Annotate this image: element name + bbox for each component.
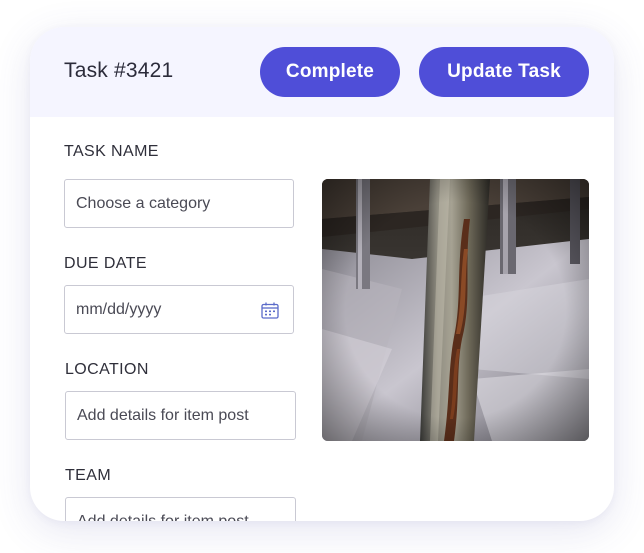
task-name-placeholder: Choose a category xyxy=(76,194,211,212)
team-label: TEAM xyxy=(65,467,112,484)
task-name-label: TASK NAME xyxy=(64,143,159,160)
team-field[interactable]: Add details for item post xyxy=(65,497,296,521)
location-placeholder: Add details for item post xyxy=(77,406,249,424)
due-date-label: DUE DATE xyxy=(64,255,147,272)
location-label: LOCATION xyxy=(65,361,149,378)
calendar-icon[interactable] xyxy=(261,302,279,319)
task-title: Task #3421 xyxy=(64,59,174,82)
due-date-placeholder: mm/dd/yyyy xyxy=(76,300,162,318)
location-field[interactable]: Add details for item post xyxy=(65,391,296,440)
task-card: Task #3421 Complete Update Task TASK NAM… xyxy=(30,27,614,521)
rotted-post-image xyxy=(322,179,589,441)
complete-button[interactable]: Complete xyxy=(260,47,400,97)
due-date-field[interactable]: mm/dd/yyyy xyxy=(64,285,294,334)
task-header: Task #3421 Complete Update Task xyxy=(30,27,614,117)
team-placeholder: Add details for item post xyxy=(77,512,249,522)
task-name-field[interactable]: Choose a category xyxy=(64,179,294,228)
task-photo xyxy=(322,179,589,441)
update-task-button[interactable]: Update Task xyxy=(419,47,589,97)
